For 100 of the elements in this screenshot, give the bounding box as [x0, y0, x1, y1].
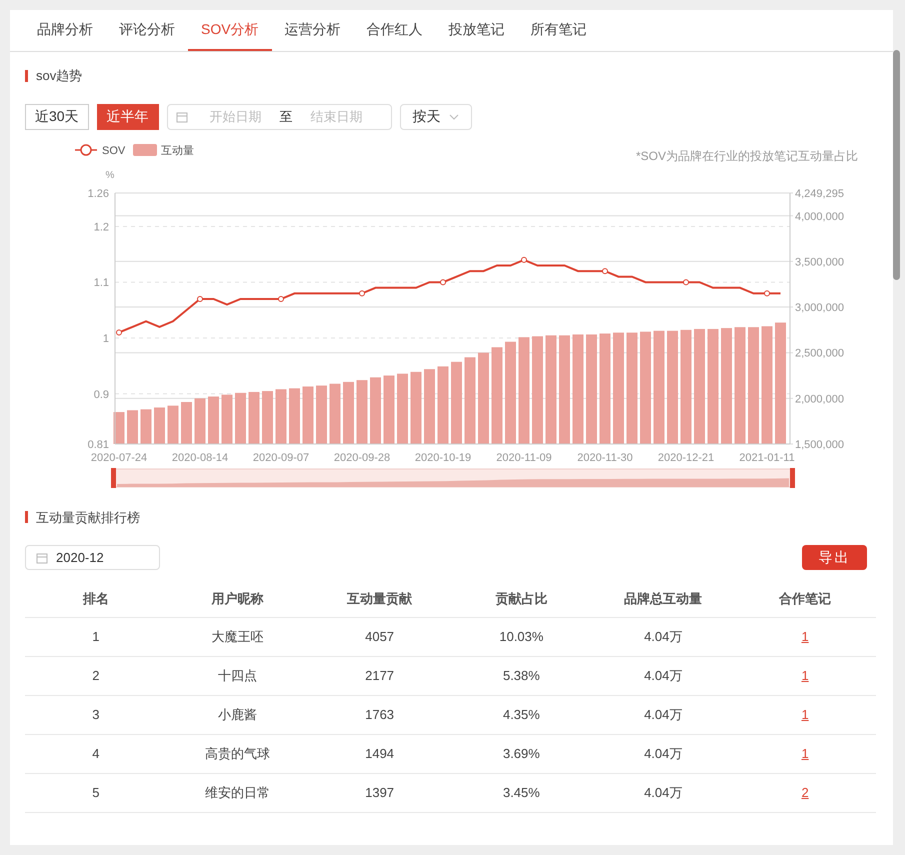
chart-bar	[343, 381, 354, 444]
chart-bar	[397, 373, 408, 444]
axis-label: 2,500,000	[795, 347, 844, 360]
tab[interactable]: 品牌分析	[24, 9, 106, 51]
chart-bar	[222, 394, 232, 444]
chevron-down-icon	[448, 114, 459, 120]
axis-label: 3,000,000	[795, 302, 844, 314]
axis-label: 1	[102, 332, 109, 345]
table-cell-text: 1494	[364, 745, 396, 764]
axis-label: 2020-09-07	[252, 452, 310, 464]
chart-bar	[114, 412, 124, 444]
note-count-link[interactable]: 1	[801, 746, 809, 761]
chart-bar	[289, 388, 300, 444]
axis-label: 2021-01-11	[739, 452, 795, 464]
date-range-field[interactable]: 开始日期 至 结束日期	[166, 104, 392, 130]
table-cell-text: 4.35%	[502, 706, 541, 724]
chart-bar	[194, 398, 206, 444]
chart-bar	[181, 402, 192, 444]
table-cell-text: 大魔王呸	[210, 628, 265, 646]
point	[602, 268, 608, 274]
tab[interactable]: 合作红人	[354, 9, 436, 51]
column-header: 用户昵称	[210, 590, 265, 608]
chart-bar	[316, 385, 327, 444]
range-button[interactable]: 近半年	[96, 104, 159, 130]
table-cell-text: 3	[91, 706, 101, 724]
tab[interactable]: 评论分析	[106, 9, 188, 51]
month-value: 2020-12	[56, 548, 104, 567]
legend-label[interactable]: SOV	[102, 144, 126, 156]
note-count-link[interactable]: 1	[801, 707, 809, 722]
table-cell-text: 5	[91, 784, 101, 802]
point	[521, 256, 527, 262]
calendar-icon	[36, 552, 48, 564]
axis-label: 0.81	[88, 438, 109, 450]
chart-bar	[140, 408, 152, 444]
table-cell-text: 10.03%	[498, 628, 544, 646]
range-separator: 至	[278, 108, 294, 126]
note-count-link[interactable]: 2	[801, 785, 809, 800]
axis-label: 0.9	[94, 388, 109, 400]
month-picker[interactable]: 2020-12	[25, 545, 160, 570]
zoom-handle[interactable]	[790, 468, 795, 488]
legend-bar-icon	[133, 144, 157, 156]
axis-label: 1,500,000	[795, 438, 844, 450]
axis-label: 2020-11-30	[577, 452, 633, 464]
tab[interactable]: SOV分析	[188, 9, 272, 51]
axis-label: 2,000,000	[795, 392, 844, 405]
table-cell-text: 3.45%	[502, 784, 541, 802]
chart-bar	[302, 386, 314, 444]
zoom-handle[interactable]	[111, 468, 116, 488]
table-cell-text: 十四点	[217, 667, 258, 686]
granularity-select[interactable]: 按天	[400, 104, 472, 130]
table-cell-text: 4.04万	[643, 667, 684, 686]
section-title: sov趋势	[36, 67, 82, 85]
calendar-icon	[176, 110, 188, 122]
chart-bar	[262, 390, 273, 444]
table-cell-text: 4	[91, 745, 101, 764]
point	[683, 278, 689, 285]
column-header: 品牌总互动量	[623, 590, 704, 608]
table-cell-text: 2177	[364, 667, 396, 686]
export-button[interactable]: 导出	[802, 545, 867, 570]
table-cell-text: 3.69%	[502, 745, 541, 764]
note-count-link[interactable]: 1	[801, 629, 809, 644]
table-cell-text: 高贵的气球	[204, 745, 272, 764]
axis-label: 2020-07-24	[90, 452, 148, 464]
axis-label: 2020-12-21	[658, 452, 714, 464]
column-header: 排名	[82, 590, 110, 608]
table-cell-text: 4.04万	[643, 784, 684, 802]
end-date-placeholder: 结束日期	[310, 108, 363, 126]
table-cell-text: 4.04万	[643, 706, 684, 724]
axis-unit: %	[106, 170, 114, 180]
chart-bar	[370, 376, 381, 444]
chart-bar	[235, 392, 246, 444]
tab[interactable]: 运营分析	[272, 9, 354, 51]
tab[interactable]: 所有笔记	[518, 9, 600, 51]
chart-note: *SOV为品牌在行业的投放笔记互动量占比	[636, 148, 858, 162]
table-cell-text: 1763	[364, 706, 396, 724]
chart-bar	[168, 405, 178, 444]
point	[359, 290, 365, 296]
chart-bar	[127, 410, 138, 444]
axis-label: 2020-10-19	[414, 452, 472, 464]
point	[764, 290, 770, 296]
section-title: 互动量贡献排行榜	[36, 508, 140, 526]
start-date-placeholder: 开始日期	[208, 108, 262, 126]
table-cell-text: 1	[91, 628, 101, 646]
column-header: 合作笔记	[778, 590, 832, 608]
tab[interactable]: 投放笔记	[436, 9, 518, 51]
table-cell-text: 4.04万	[643, 745, 684, 764]
note-count-link[interactable]: 1	[801, 668, 809, 683]
chart-bar	[276, 388, 286, 444]
axis-label: 3,500,000	[795, 256, 844, 268]
range-button[interactable]: 近30天	[25, 104, 89, 130]
table-cell-text: 维安的日常	[204, 784, 272, 802]
table-cell-text: 小鹿酱	[217, 706, 258, 724]
legend-label[interactable]: 互动量	[161, 144, 194, 156]
chart-bar	[384, 375, 394, 444]
chart-bar	[356, 380, 368, 444]
chart-bar	[208, 396, 219, 444]
column-header: 贡献占比	[494, 590, 548, 608]
axis-label: 2020-09-28	[334, 452, 390, 464]
scrollbar[interactable]	[893, 50, 900, 280]
column-header: 互动量贡献	[346, 590, 414, 608]
